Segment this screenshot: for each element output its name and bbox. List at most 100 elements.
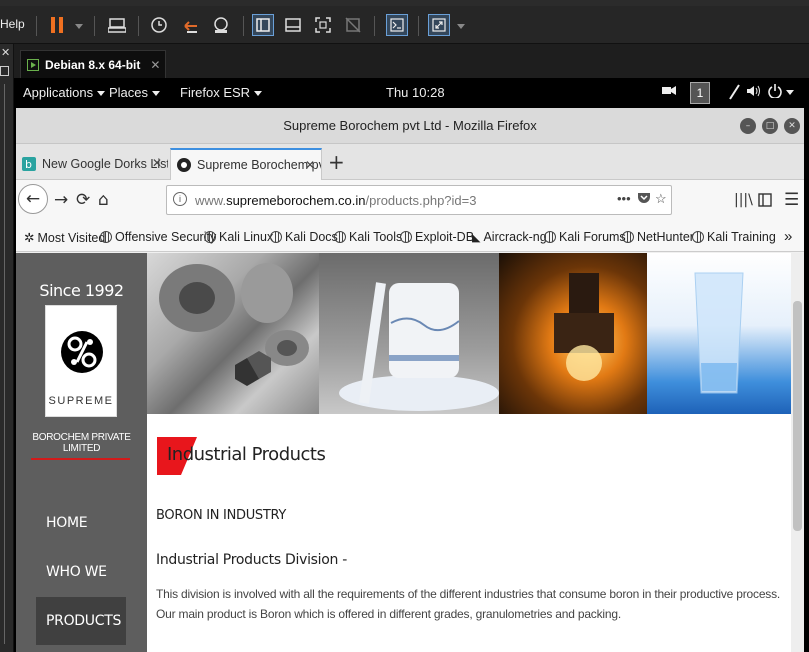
chevron-down-icon: [97, 91, 106, 97]
scrollbar-thumb[interactable]: [793, 301, 802, 531]
bookmark-label: Kali Linux: [219, 230, 274, 244]
pause-icon[interactable]: [46, 14, 68, 36]
nav-products[interactable]: PRODUCTS: [36, 597, 126, 645]
maximize-icon[interactable]: □: [762, 118, 778, 134]
revert-snapshot-icon[interactable]: [180, 14, 202, 36]
vm-tab-strip: Debian 8.x 64-bit ✕: [14, 44, 809, 78]
kali-icon: [692, 231, 704, 243]
vm-tab-label: Debian 8.x 64-bit: [45, 57, 141, 72]
panel-toggle[interactable]: [0, 66, 9, 76]
help-menu[interactable]: Help: [0, 17, 25, 31]
toolbar-separator: [243, 16, 244, 36]
terminal-icon[interactable]: [386, 14, 408, 36]
minimize-icon[interactable]: –: [740, 118, 756, 134]
bookmark-label: NetHunter: [637, 230, 694, 244]
bookmark-most-visited[interactable]: ✲ Most Visited: [24, 230, 106, 246]
stretch-guest-icon[interactable]: [428, 14, 450, 36]
home-button[interactable]: ⌂: [98, 190, 109, 210]
reload-button[interactable]: ⟳: [76, 190, 90, 210]
hamburger-menu-icon[interactable]: ☰: [784, 190, 799, 210]
snapshot-icon[interactable]: [148, 14, 170, 36]
foundry-illustration: [554, 273, 614, 381]
kali-icon: [100, 231, 112, 243]
sidebar-icon[interactable]: [758, 192, 772, 212]
bookmark-exploit-db[interactable]: Exploit-DB: [400, 230, 474, 244]
bookmark-offensive-security[interactable]: Offensive Security: [100, 230, 216, 244]
new-tab-button[interactable]: +: [328, 152, 345, 172]
bookmark-label: Most Visited: [37, 230, 106, 245]
applications-label: Applications: [23, 85, 94, 100]
workspace-indicator[interactable]: 1: [690, 82, 710, 104]
nav-who-we-are[interactable]: WHO WE ARE: [36, 548, 126, 628]
section-subheading: BORON IN INDUSTRY: [156, 508, 287, 523]
bookmark-aircrack-ng[interactable]: ◣ Aircrack-ng: [472, 230, 547, 244]
firefox-app-menu[interactable]: Firefox ESR: [180, 85, 263, 100]
url-bar[interactable]: i www.supremeborochem.co.in/products.php…: [166, 185, 672, 215]
bookmark-kali-training[interactable]: Kali Training: [692, 230, 776, 244]
vm-tab[interactable]: Debian 8.x 64-bit ✕: [20, 50, 166, 78]
info-icon[interactable]: i: [173, 192, 187, 206]
page-scrollbar[interactable]: [791, 253, 804, 652]
host-library-panel: ✕: [0, 44, 14, 652]
bookmark-kali-forums[interactable]: Kali Forums: [544, 230, 626, 244]
close-icon[interactable]: ✕: [152, 156, 162, 170]
console-view-icon[interactable]: [252, 14, 274, 36]
panel-divider: [4, 84, 5, 644]
tab-supreme-borochem[interactable]: Supreme Borochem pvt L ✕: [170, 148, 322, 180]
bookmark-label: Exploit-DB: [415, 230, 475, 244]
unity-icon[interactable]: [342, 14, 364, 36]
bookmark-label: Kali Training: [707, 230, 776, 244]
close-icon[interactable]: ✕: [1, 46, 10, 59]
bookmark-label: Aircrack-ng: [483, 230, 547, 244]
close-icon[interactable]: ✕: [305, 158, 315, 172]
bookmark-label: Kali Tools: [349, 230, 403, 244]
bookmark-kali-linux[interactable]: Kali Linux: [204, 230, 273, 244]
power-icon[interactable]: [768, 84, 782, 101]
camera-icon[interactable]: [662, 84, 676, 99]
send-keys-icon[interactable]: [106, 14, 128, 36]
close-icon[interactable]: ✕: [784, 118, 800, 134]
site-favicon-icon: [177, 158, 191, 172]
banner-image-foundry: [499, 253, 647, 414]
chevron-down-icon[interactable]: [457, 24, 465, 29]
close-icon[interactable]: ✕: [150, 58, 160, 72]
bookmark-kali-tools[interactable]: Kali Tools: [334, 230, 402, 244]
bookmark-star-icon[interactable]: ☆: [655, 191, 667, 207]
places-label: Places: [109, 85, 149, 100]
toolbar-separator: [374, 16, 375, 36]
single-window-icon[interactable]: [282, 14, 304, 36]
forward-button[interactable]: →: [54, 190, 68, 210]
chevron-down-icon[interactable]: [75, 24, 83, 29]
bookmark-nethunter[interactable]: NetHunter: [622, 230, 694, 244]
chevron-down-icon: [152, 91, 161, 97]
page-actions-button[interactable]: •••: [617, 191, 631, 206]
divider: [31, 458, 130, 460]
library-icon[interactable]: |||\: [734, 192, 753, 208]
fullscreen-icon[interactable]: [312, 14, 334, 36]
chevron-down-icon[interactable]: [786, 90, 794, 95]
web-page: Since 1992 SUPREME BOROCHEM PRIVATE LIMI: [16, 253, 791, 652]
bookmark-label: Kali Forums: [559, 230, 626, 244]
back-button[interactable]: ←: [18, 184, 48, 214]
site-sidebar: Since 1992 SUPREME BOROCHEM PRIVATE LIMI: [16, 253, 147, 652]
kali-icon: [334, 231, 346, 243]
clock[interactable]: Thu 10:28: [386, 85, 445, 100]
company-logo[interactable]: SUPREME: [45, 305, 117, 417]
bookmark-kali-docs[interactable]: Kali Docs: [270, 230, 338, 244]
firefox-titlebar: Supreme Borochem pvt Ltd - Mozilla Firef…: [16, 108, 804, 144]
page-title: Industrial Products: [167, 444, 326, 465]
nav-home[interactable]: HOME: [36, 499, 126, 547]
applications-menu[interactable]: Applications: [23, 85, 106, 100]
bookmarks-overflow-button[interactable]: »: [784, 228, 792, 245]
pen-icon[interactable]: [728, 84, 740, 103]
pocket-icon[interactable]: [637, 191, 651, 208]
places-menu[interactable]: Places: [109, 85, 161, 100]
toolbar-separator: [138, 16, 139, 36]
svg-text:b: b: [25, 158, 32, 171]
description-paragraph: This division is involved with all the r…: [156, 587, 781, 621]
snapshot-manager-icon[interactable]: [210, 14, 232, 36]
volume-icon[interactable]: [746, 84, 762, 101]
banner-image-ceramics: [319, 253, 499, 414]
tab-google-dorks[interactable]: b New Google Dorks List C ✕: [16, 148, 168, 180]
kali-icon: [204, 231, 216, 243]
